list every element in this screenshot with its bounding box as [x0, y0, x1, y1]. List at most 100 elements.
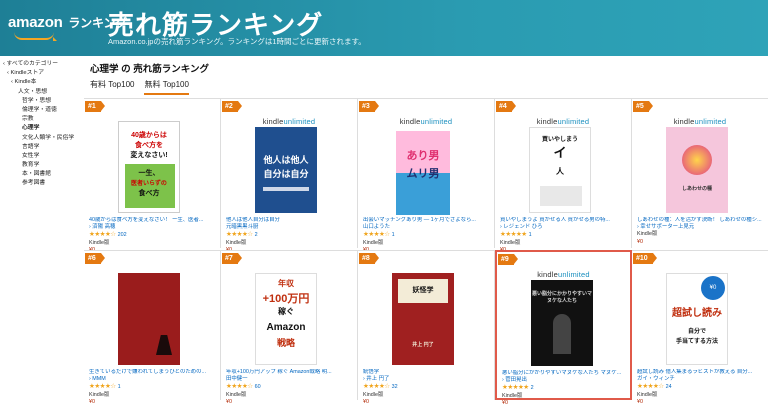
- book-cover-image[interactable]: 他人は他人 自分は自分: [255, 127, 317, 213]
- format-label: Kindle版: [226, 239, 247, 246]
- format-label: Kindle版: [502, 392, 523, 399]
- rating-row[interactable]: ★★★★☆ 1: [363, 231, 491, 239]
- rating-row[interactable]: ★★★★☆ 1: [89, 383, 217, 391]
- format-label: Kindle版: [637, 231, 658, 238]
- sidebar-item-ethics[interactable]: 倫理学・道徳: [0, 106, 84, 115]
- author-link[interactable]: › MMM: [89, 376, 217, 383]
- sidebar-item-library[interactable]: 本・図書館: [0, 170, 84, 179]
- amazon-smile-icon: [14, 32, 57, 41]
- product-card[interactable]: #1 40歳からは 食べ方を 変えなさい! 一生、 医者いらずの 食べ方 40歳からは食べ方を…: [84, 98, 221, 253]
- rating-row[interactable]: ★★★★☆ 32: [363, 383, 491, 391]
- sidebar-item-anthropology[interactable]: 文化人類学・民俗学: [0, 134, 84, 143]
- sidebar-item-reference[interactable]: 参考図書: [0, 179, 84, 188]
- product-card[interactable]: #8 妖怪学 井上 円了 統悟学 › 井上 円了 ★★★★☆ 32 Kindle版 ¥0: [358, 250, 495, 405]
- product-info: 40歳からは食べ方を変えなさい！ ー生、医者... › 済陽 高穂 ★★★★☆ 202…: [89, 217, 217, 254]
- author-link[interactable]: 元暗黒黒斗厨: [226, 224, 354, 231]
- rating-row[interactable]: ★★★★☆ 2: [226, 231, 354, 239]
- star-rating-icon: ★★★★☆: [89, 383, 116, 391]
- author-link[interactable]: 山口ようた: [363, 224, 491, 231]
- review-count[interactable]: 1: [529, 232, 532, 238]
- rating-row[interactable]: ★★★★☆ 24: [637, 383, 765, 391]
- sidebar-item-religion[interactable]: 宗教: [0, 115, 84, 124]
- cover-art-text: 年収: [278, 279, 294, 288]
- tab-paid-top100[interactable]: 有料 Top100: [90, 79, 134, 95]
- kindle-label: kindle: [399, 117, 421, 126]
- product-info: しあわせの種：人を活かす決断！ しあわせの種シ... › 幸せサポーター上見元 Ki…: [637, 217, 765, 246]
- book-cover-image[interactable]: あり男 ムリ男: [392, 127, 454, 215]
- sidebar-item-humanities[interactable]: 人文・思想: [0, 88, 84, 97]
- sidebar-item-linguistics[interactable]: 言語学: [0, 143, 84, 152]
- product-info: 年収+100万円アップ 稼ぐ Amazon戦略 明... 田中健一 ★★★★☆ 60 K…: [226, 369, 354, 406]
- cover-art-text: 食べ方: [138, 190, 160, 197]
- review-count[interactable]: 1: [392, 232, 395, 238]
- book-cover-image[interactable]: 年収 +100万円 稼ぐ Amazon 戦略: [255, 273, 317, 365]
- sidebar-item-kindle-store[interactable]: ‹ Kindleストア: [0, 69, 84, 78]
- cover-art-text: 人: [556, 167, 564, 176]
- unlimited-label: unlimited: [557, 117, 590, 126]
- author-link[interactable]: › レジェンド ひろ: [500, 224, 628, 231]
- price: ¥0: [637, 238, 643, 245]
- book-cover-image[interactable]: ¥0 FREE 超試し読み 自分で 手当てする方法: [666, 273, 728, 365]
- sidebar-item-philosophy[interactable]: 哲学・思想: [0, 97, 84, 106]
- author-link[interactable]: › 井上 円了: [363, 376, 491, 383]
- sidebar-item-kindle-books[interactable]: ‹ Kindle本: [0, 78, 84, 87]
- review-count[interactable]: 60: [255, 384, 261, 390]
- author-link[interactable]: 田中健一: [226, 376, 354, 383]
- rank-badge: #1: [85, 101, 105, 112]
- product-info: 統悟学 › 井上 円了 ★★★★☆ 32 Kindle版 ¥0: [363, 369, 491, 406]
- kindle-label: kindle: [262, 117, 284, 126]
- product-card[interactable]: #9 kindleunlimited 悪い脂分にかかりやすいマヌケな人たち悪い脂分に…: [495, 250, 632, 406]
- rating-row[interactable]: ★★★★☆ 60: [226, 383, 354, 391]
- kindle-unlimited-label: kindleunlimited: [495, 117, 631, 126]
- product-card[interactable]: #6 生きているだけで嫌われてしまうひとのための... › MMM ★★★★☆ 1 Kin…: [84, 250, 221, 405]
- rank-badge: #4: [496, 101, 516, 112]
- book-cover-image[interactable]: しあわせの種: [666, 127, 728, 213]
- author-link[interactable]: › 菅田晃出: [502, 377, 630, 384]
- book-cover-image[interactable]: [118, 273, 180, 365]
- cover-art-text: 超試し読み: [672, 308, 722, 319]
- cover-art-text: Amazon: [266, 322, 306, 333]
- book-cover-image[interactable]: 悪い脂分にかかりやすいマヌケな人たち: [531, 280, 593, 366]
- rank-badge: #10: [633, 253, 657, 264]
- product-title-link[interactable]: 生きているだけで嫌われてしまうひとのための...: [89, 369, 217, 376]
- rating-row[interactable]: ★★★★☆ 202: [89, 231, 217, 239]
- sidebar-item-psychology: 心理学: [22, 125, 40, 132]
- product-card[interactable]: #4 kindleunlimited 買いやしまうイ人買いやしまうよ 買がせる人 買…: [495, 98, 632, 253]
- rating-row[interactable]: ★★★★★ 2: [502, 384, 630, 392]
- product-card[interactable]: #5 kindleunlimited しあわせの種 しあわせの種：人を活かす決断！ し…: [632, 98, 768, 248]
- sidebar-item-education[interactable]: 教育学: [0, 161, 84, 170]
- sidebar-item-womens-studies[interactable]: 女性学: [0, 152, 84, 161]
- rating-row[interactable]: ★★★★★ 1: [500, 231, 628, 239]
- cover-art-text: +100万円: [262, 293, 310, 305]
- product-card[interactable]: #3 kindleunlimited あり男 ムリ男 出会いマッチングあり男 — 1ヶ月…: [358, 98, 495, 253]
- review-count[interactable]: 202: [118, 232, 127, 238]
- cover-art-text: ムリ男: [406, 168, 440, 180]
- product-info: 買いやしまうよ 買がせる人 買がせる男の特... › レジェンド ひろ ★★★★★ 1…: [500, 217, 628, 254]
- product-card[interactable]: #10 ¥0 FREE 超試し読み 自分で 手当てする方法超試し読み 億人集まるラビスト…: [632, 250, 768, 405]
- cover-art-text: 一生、: [138, 170, 160, 177]
- review-count[interactable]: 2: [531, 385, 534, 391]
- review-count[interactable]: 24: [666, 384, 672, 390]
- star-rating-icon: ★★★★☆: [637, 383, 664, 391]
- review-count[interactable]: 32: [392, 384, 398, 390]
- sidebar-item-all[interactable]: ‹ すべてのカテゴリー: [0, 60, 84, 69]
- author-link[interactable]: › 済陽 高穂: [89, 224, 217, 231]
- cover-art-text: 手当てする方法: [675, 339, 718, 345]
- kindle-unlimited-label: kindleunlimited: [497, 270, 630, 279]
- product-info: 超試し読み 億人集まるラビストが教える 自分... ガイ・ウィンチ ★★★★☆ 24 K…: [637, 369, 765, 406]
- logo-text: amazon: [8, 14, 63, 31]
- review-count[interactable]: 1: [118, 384, 121, 390]
- kindle-unlimited-label: kindleunlimited: [632, 117, 768, 126]
- product-info: 悪い脂分にかかりやすいマヌケな人たち マヌケ... › 菅田晃出 ★★★★★ 2 Kin…: [502, 370, 630, 407]
- rank-badge: #9: [498, 254, 518, 265]
- product-card[interactable]: #7 年収 +100万円 稼ぐ Amazon 戦略 年収+100万円アップ 稼ぐ Amazo…: [221, 250, 358, 405]
- product-card[interactable]: #2 kindleunlimited 他人は他人 自分は自分 他人は他人自分は自分 元暗黒…: [221, 98, 358, 253]
- review-count[interactable]: 2: [255, 232, 258, 238]
- book-cover-image[interactable]: 妖怪学 井上 円了: [392, 273, 454, 365]
- author-link[interactable]: ガイ・ウィンチ: [637, 376, 765, 383]
- book-cover-image[interactable]: 買いやしまうイ人: [529, 127, 591, 213]
- tab-free-top100[interactable]: 無料 Top100: [144, 79, 189, 95]
- book-cover-image[interactable]: 40歳からは 食べ方を 変えなさい! 一生、 医者いらずの 食べ方: [118, 121, 180, 213]
- product-info: 他人は他人自分は自分 元暗黒黒斗厨 ★★★★☆ 2 Kindle版 ¥0: [226, 217, 354, 254]
- star-rating-icon: ★★★★☆: [226, 231, 253, 239]
